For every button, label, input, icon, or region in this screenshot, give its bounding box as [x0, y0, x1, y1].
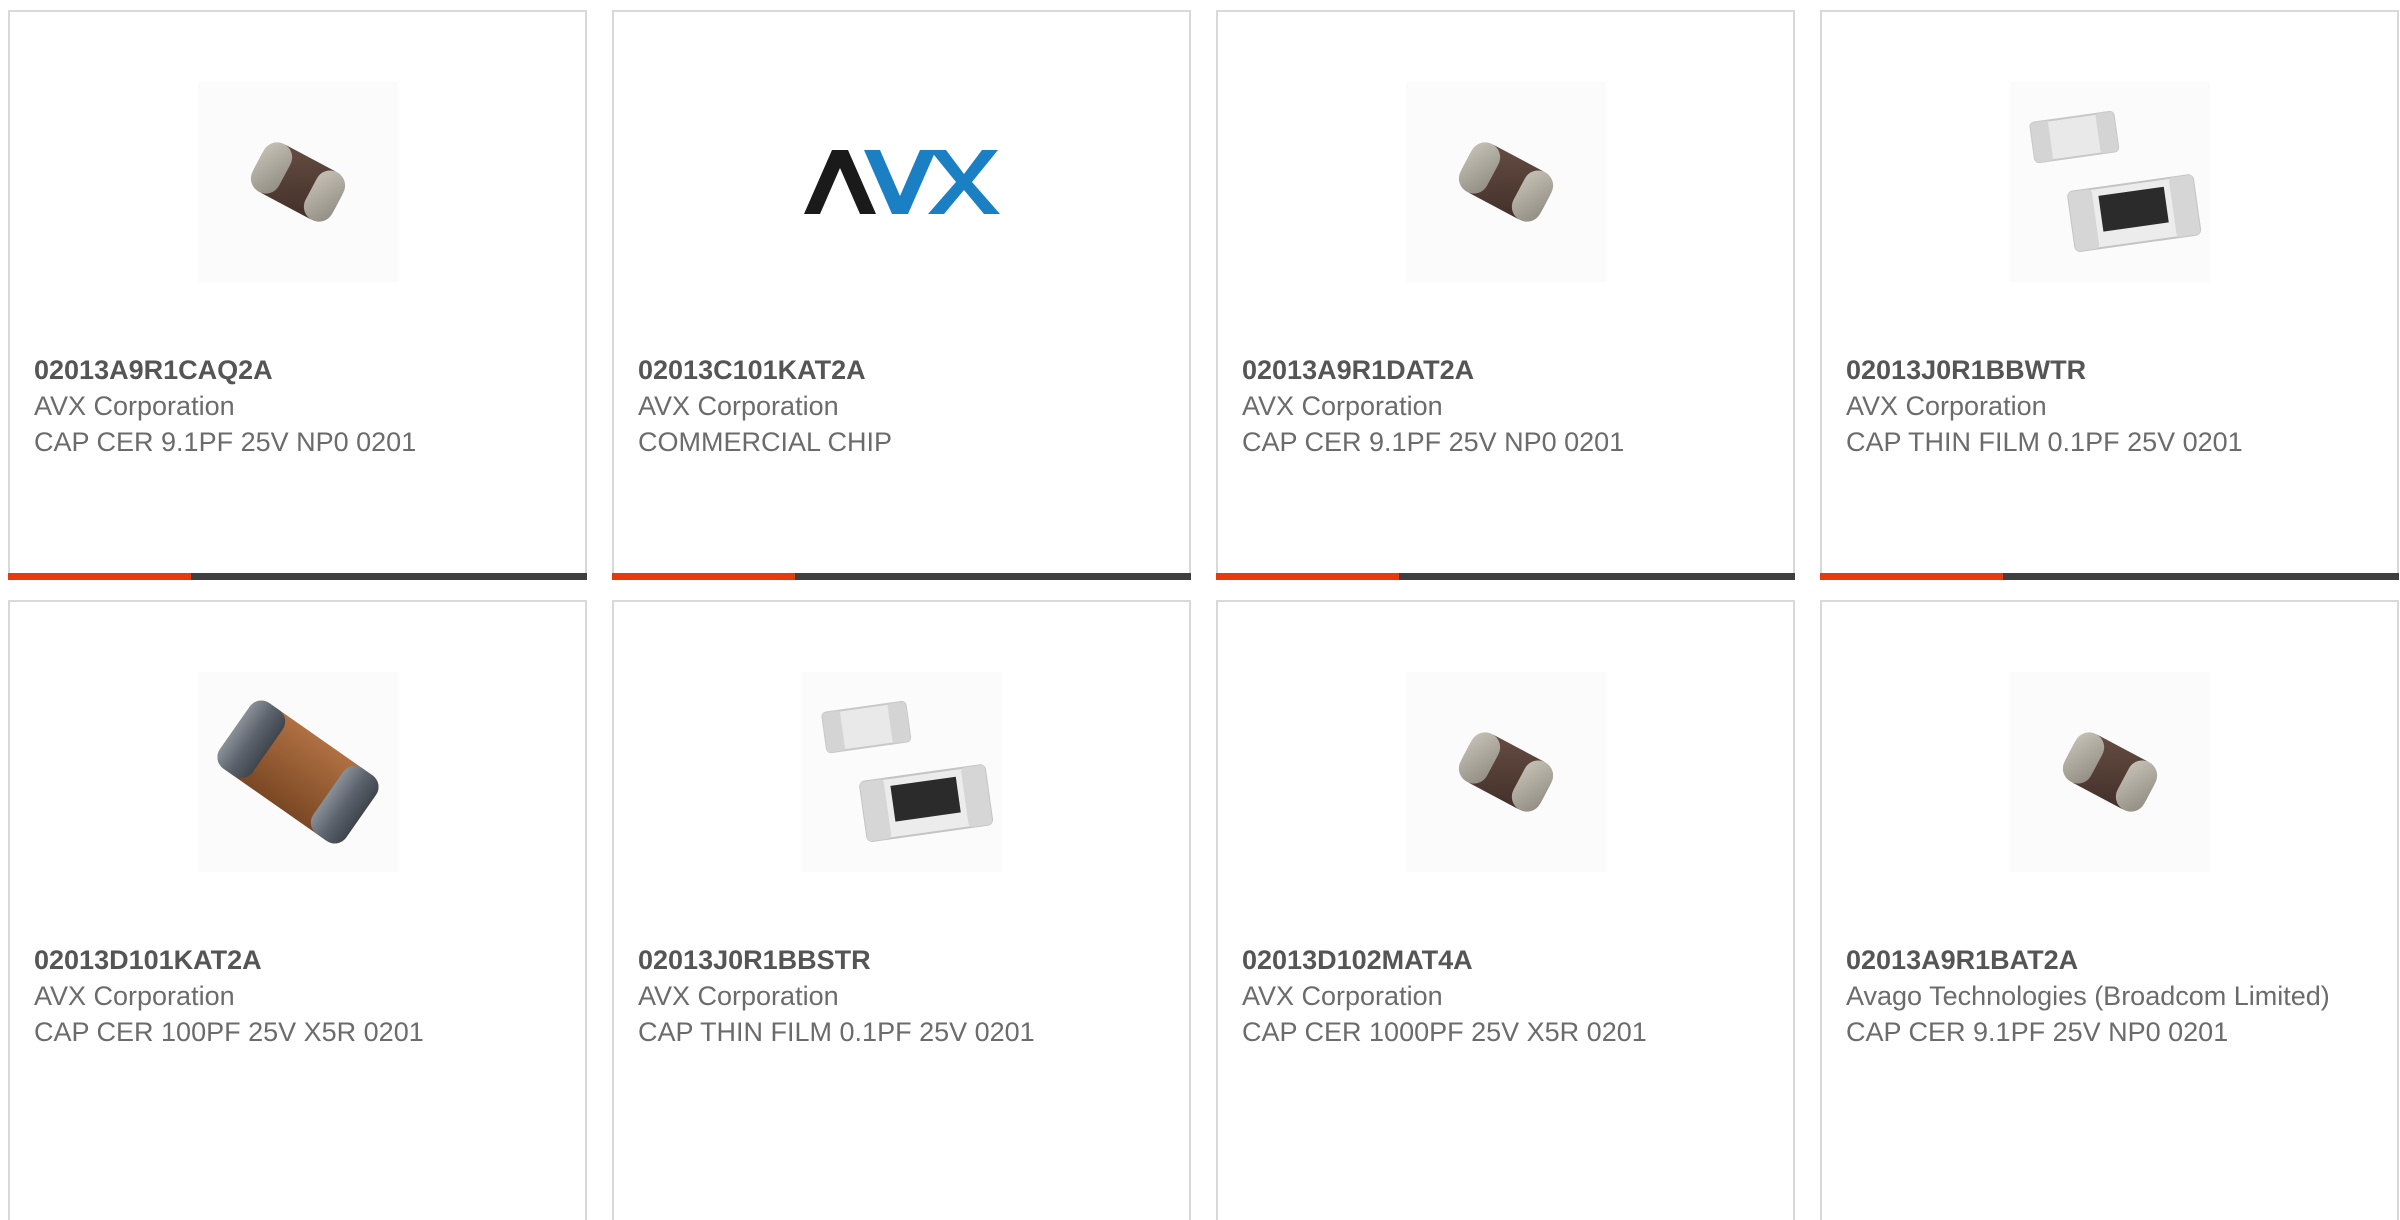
part-number[interactable]: 02013D101KAT2A [34, 942, 561, 978]
product-info: 02013J0R1BBWTR AVX Corporation CAP THIN … [1846, 352, 2373, 460]
manufacturer: AVX Corporation [638, 981, 839, 1011]
manufacturer: AVX Corporation [1846, 391, 2047, 421]
manufacturer: AVX Corporation [638, 391, 839, 421]
ceramic-chip-capacitor-icon [1458, 732, 1553, 812]
description: CAP CER 9.1PF 25V NP0 0201 [34, 427, 417, 457]
product-image[interactable] [2009, 82, 2210, 282]
description: CAP THIN FILM 0.1PF 25V 0201 [1846, 427, 2243, 457]
part-number[interactable]: 02013J0R1BBSTR [638, 942, 1165, 978]
product-card[interactable]: 02013D101KAT2A AVX Corporation CAP CER 1… [8, 600, 587, 1220]
manufacturer: AVX Corporation [1242, 981, 1443, 1011]
product-card[interactable]: 02013A9R1BAT2A Avago Technologies (Broad… [1820, 600, 2399, 1220]
product-info: 02013C101KAT2A AVX Corporation COMMERCIA… [638, 352, 1165, 460]
product-info: 02013D102MAT4A AVX Corporation CAP CER 1… [1242, 942, 1769, 1050]
description: CAP CER 9.1PF 25V NP0 0201 [1242, 427, 1625, 457]
manufacturer: AVX Corporation [34, 391, 235, 421]
manufacturer: AVX Corporation [34, 981, 235, 1011]
product-image[interactable] [2009, 672, 2210, 872]
product-card[interactable]: 02013A9R1CAQ2A AVX Corporation CAP CER 9… [8, 10, 587, 580]
thin-film-chip-capacitor-icon [2028, 110, 2201, 252]
product-image[interactable] [1405, 82, 1606, 282]
description: CAP CER 1000PF 25V X5R 0201 [1242, 1017, 1647, 1047]
product-info: 02013A9R1BAT2A Avago Technologies (Broad… [1846, 942, 2373, 1050]
card-footer-accent [1820, 573, 2003, 580]
product-card[interactable]: 02013C101KAT2A AVX Corporation COMMERCIA… [612, 10, 1191, 580]
card-footer-bar [8, 573, 587, 580]
ceramic-chip-capacitor-icon [2062, 732, 2157, 812]
product-image[interactable] [1405, 672, 1606, 872]
card-footer-bar [1216, 573, 1795, 580]
ceramic-chip-capacitor-icon [250, 142, 345, 222]
description: COMMERCIAL CHIP [638, 427, 893, 457]
description: CAP CER 100PF 25V X5R 0201 [34, 1017, 424, 1047]
card-footer-accent [1216, 573, 1399, 580]
mlcc-chip-capacitor-icon [216, 700, 379, 844]
part-number[interactable]: 02013D102MAT4A [1242, 942, 1769, 978]
product-image[interactable] [801, 82, 1002, 282]
part-number[interactable]: 02013A9R1CAQ2A [34, 352, 561, 388]
card-footer-bar [1820, 573, 2399, 580]
ceramic-chip-capacitor-icon [1458, 142, 1553, 222]
description: CAP CER 9.1PF 25V NP0 0201 [1846, 1017, 2229, 1047]
description: CAP THIN FILM 0.1PF 25V 0201 [638, 1017, 1035, 1047]
product-card[interactable]: 02013A9R1DAT2A AVX Corporation CAP CER 9… [1216, 10, 1795, 580]
card-footer-accent [8, 573, 191, 580]
product-info: 02013D101KAT2A AVX Corporation CAP CER 1… [34, 942, 561, 1050]
product-info: 02013J0R1BBSTR AVX Corporation CAP THIN … [638, 942, 1165, 1050]
part-number[interactable]: 02013C101KAT2A [638, 352, 1165, 388]
product-image[interactable] [801, 672, 1002, 872]
product-info: 02013A9R1CAQ2A AVX Corporation CAP CER 9… [34, 352, 561, 460]
avx-logo [803, 150, 1000, 214]
product-image[interactable] [197, 672, 398, 872]
part-number[interactable]: 02013J0R1BBWTR [1846, 352, 2373, 388]
product-image[interactable] [197, 82, 398, 282]
part-number[interactable]: 02013A9R1DAT2A [1242, 352, 1769, 388]
part-number[interactable]: 02013A9R1BAT2A [1846, 942, 2373, 978]
product-card[interactable]: 02013J0R1BBSTR AVX Corporation CAP THIN … [612, 600, 1191, 1220]
product-info: 02013A9R1DAT2A AVX Corporation CAP CER 9… [1242, 352, 1769, 460]
product-grid: 02013A9R1CAQ2A AVX Corporation CAP CER 9… [8, 10, 2400, 1220]
product-card[interactable]: 02013D102MAT4A AVX Corporation CAP CER 1… [1216, 600, 1795, 1220]
product-card[interactable]: 02013J0R1BBWTR AVX Corporation CAP THIN … [1820, 10, 2399, 580]
card-footer-bar [612, 573, 1191, 580]
card-footer-accent [612, 573, 795, 580]
manufacturer: Avago Technologies (Broadcom Limited) [1846, 981, 2330, 1011]
thin-film-chip-capacitor-icon [820, 700, 993, 842]
manufacturer: AVX Corporation [1242, 391, 1443, 421]
